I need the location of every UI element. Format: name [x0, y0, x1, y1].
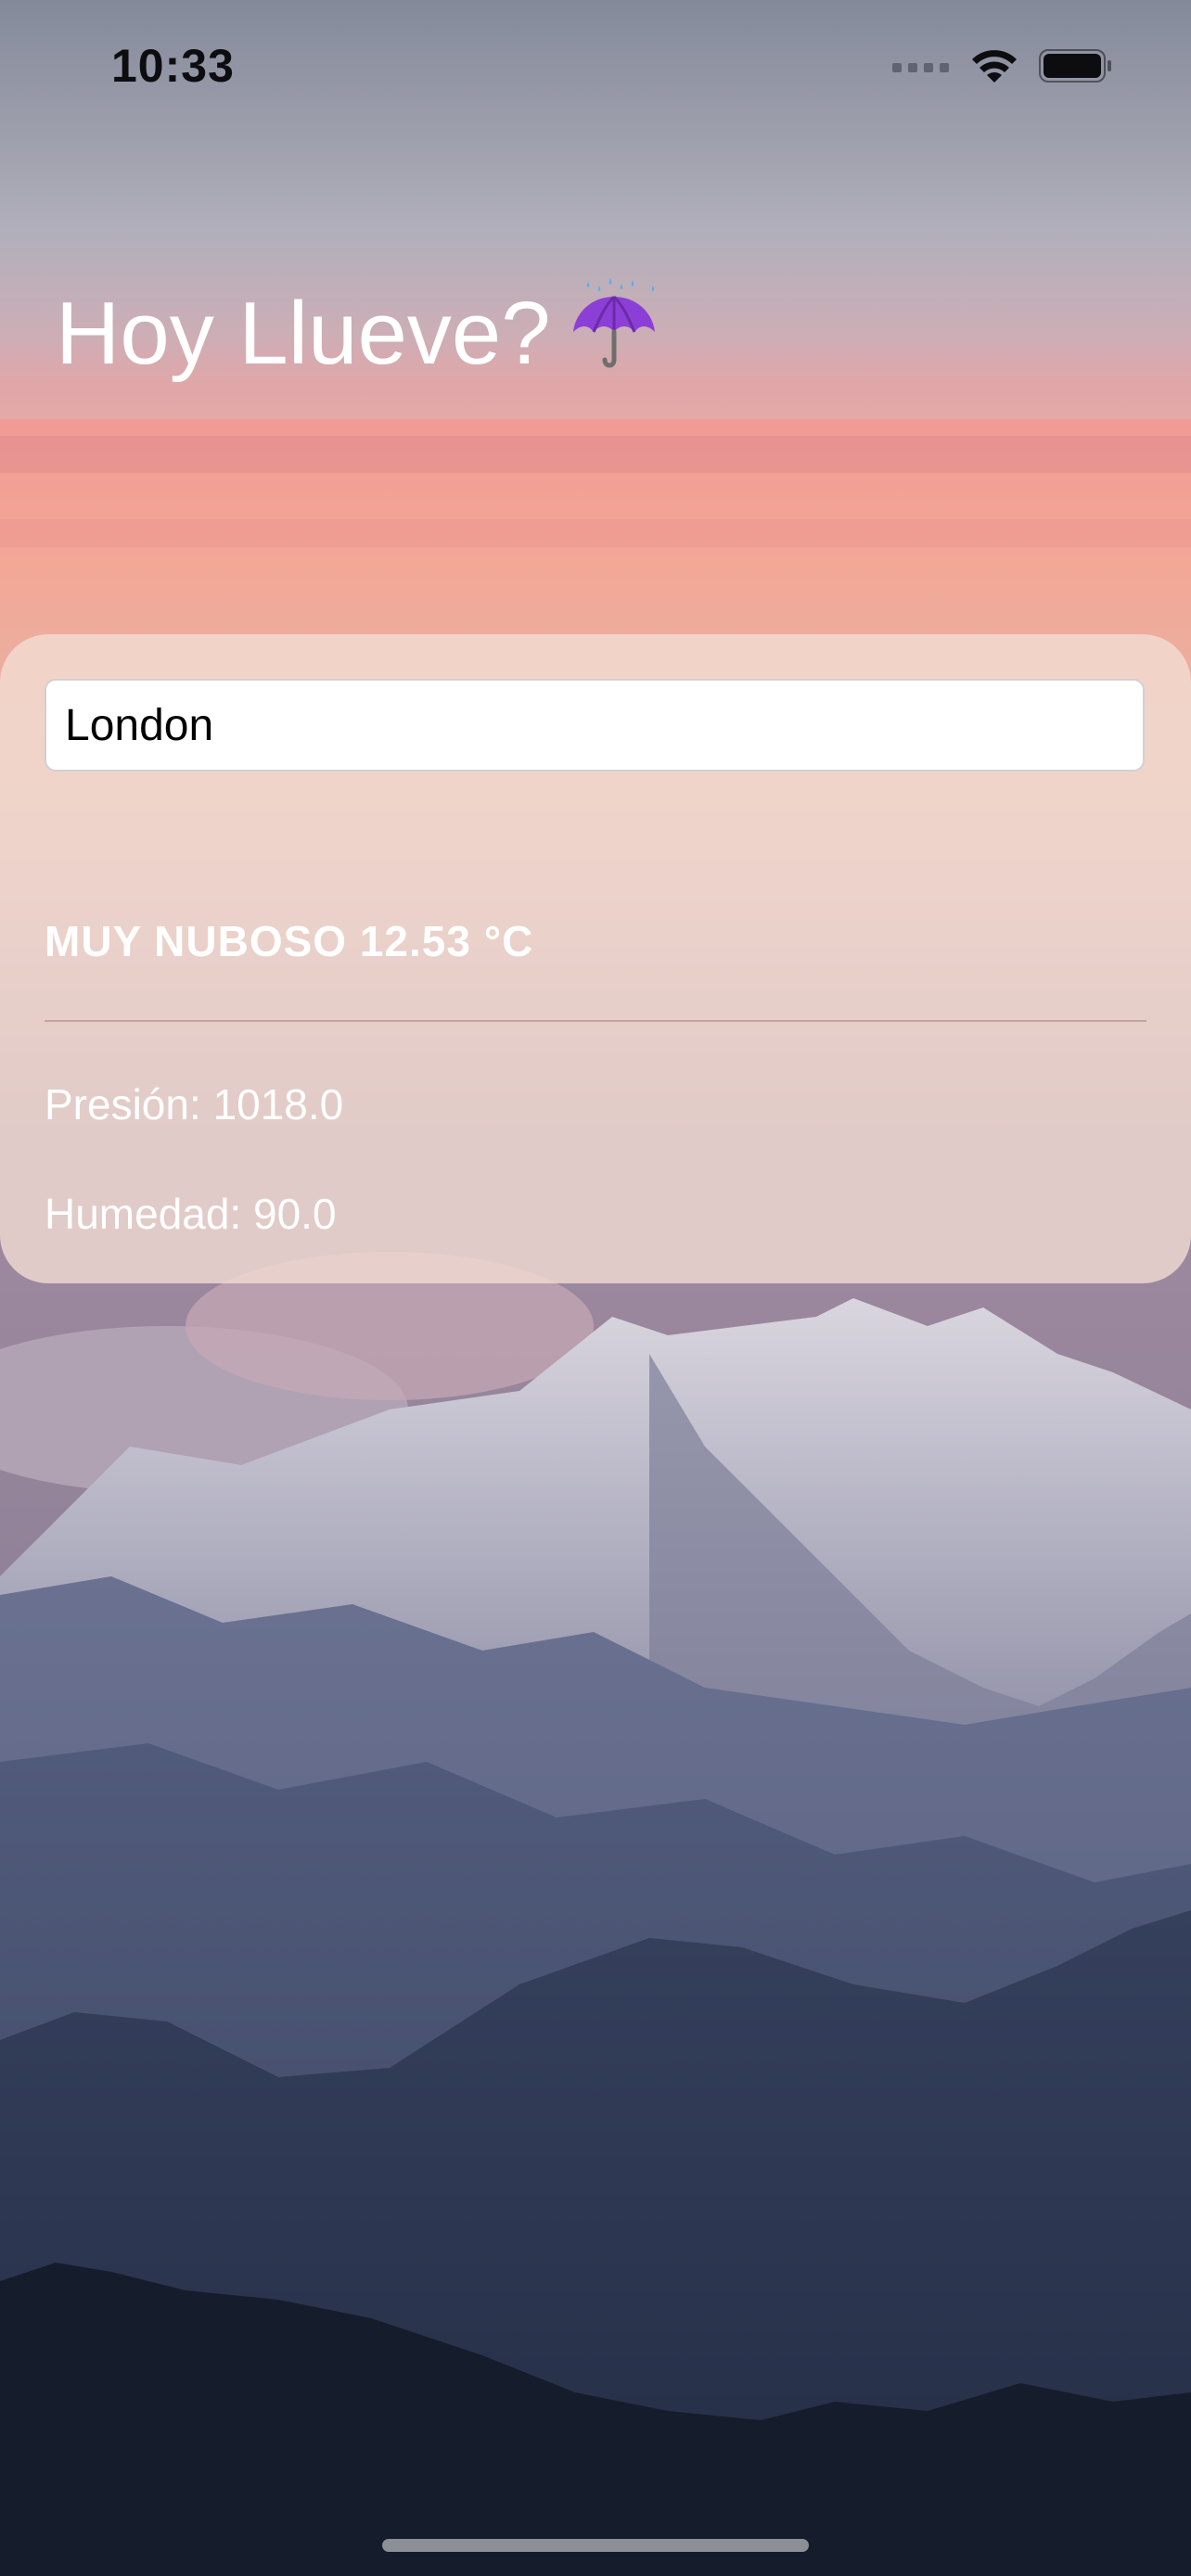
- humidity-label: Humedad: 90.0: [45, 1190, 337, 1238]
- umbrella-with-rain-icon: [568, 278, 660, 371]
- page-title-text: Hoy Llueve?: [56, 284, 551, 383]
- status-icons: [892, 46, 1113, 89]
- battery-icon: [1039, 47, 1113, 89]
- status-time: 10:33: [111, 40, 235, 92]
- page-title: Hoy Llueve?: [56, 278, 660, 385]
- app-screen: 10:33 Hoy Llueve? London MUY NUBOSO 12.5…: [0, 0, 1191, 2576]
- divider: [45, 1020, 1146, 1022]
- navigation-bar: Hoy Llueve?: [0, 130, 1191, 419]
- weather-card: MUY NUBOSO 12.53 °C Presión: 1018.0 Hume…: [0, 634, 1191, 1283]
- pressure-label: Presión: 1018.0: [45, 1080, 344, 1129]
- city-search-input[interactable]: [45, 679, 1145, 772]
- status-bar: 10:33: [0, 0, 1191, 130]
- cellular-signal-icon: [892, 59, 950, 77]
- home-indicator[interactable]: [382, 2539, 809, 2552]
- weather-condition-label: MUY NUBOSO 12.53 °C: [45, 917, 534, 965]
- wifi-icon: [970, 47, 1018, 89]
